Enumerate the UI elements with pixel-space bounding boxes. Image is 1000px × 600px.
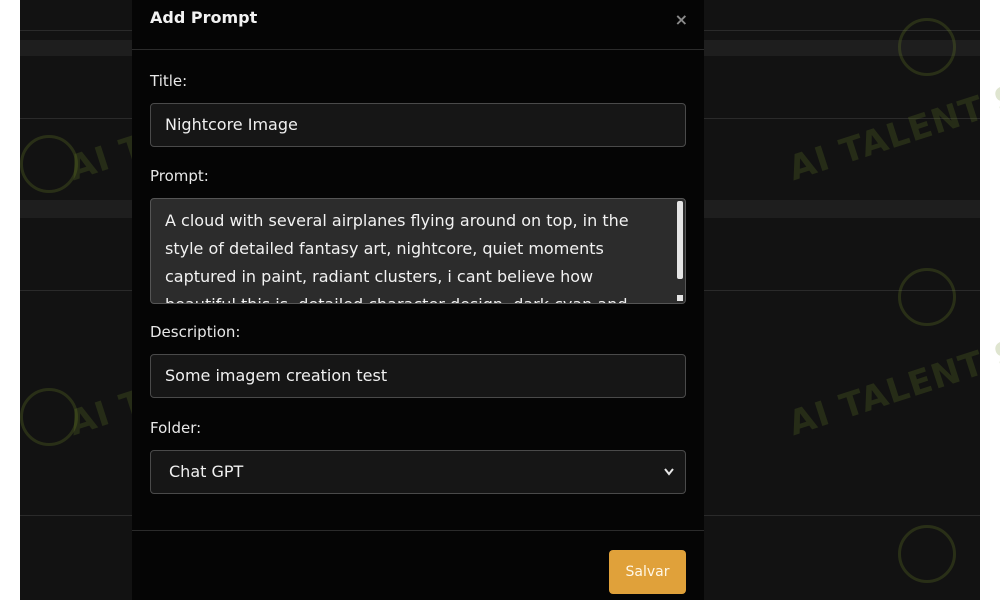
textarea-scrollbar[interactable] (677, 201, 683, 301)
modal-title: Add Prompt (150, 8, 258, 27)
folder-selected-value: Chat GPT (169, 462, 244, 481)
prompt-text: A cloud with several airplanes flying ar… (165, 211, 629, 303)
save-button[interactable]: Salvar (609, 550, 686, 594)
folder-select[interactable]: Chat GPT (150, 450, 686, 494)
chevron-down-icon (663, 451, 675, 510)
description-label: Description: (150, 323, 241, 341)
close-icon[interactable]: × (675, 10, 688, 29)
title-input[interactable]: Nightcore Image (150, 103, 686, 147)
prompt-label: Prompt: (150, 167, 209, 185)
folder-label: Folder: (150, 419, 202, 437)
title-label: Title: (150, 72, 188, 90)
prompt-textarea[interactable]: A cloud with several airplanes flying ar… (150, 198, 686, 304)
modal-header: Add Prompt × (132, 0, 704, 50)
scrollbar-thumb[interactable] (677, 201, 683, 279)
add-prompt-modal: Add Prompt × Title: Nightcore Image Prom… (132, 0, 704, 600)
description-input[interactable]: Some imagem creation test (150, 354, 686, 398)
footer-divider (132, 530, 704, 531)
scroll-down-arrow-icon[interactable] (677, 295, 683, 301)
